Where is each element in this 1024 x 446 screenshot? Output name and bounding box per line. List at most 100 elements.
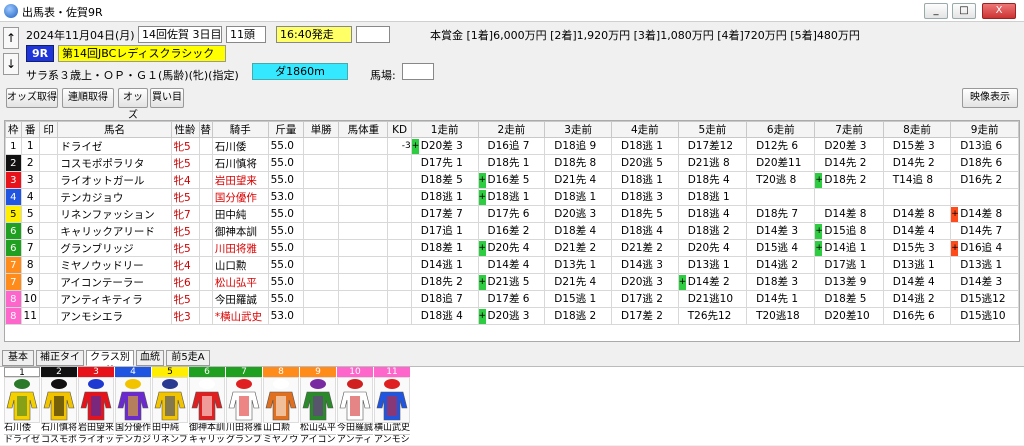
silk-card[interactable]: 11 横山武史アンモシエ [374, 367, 410, 446]
past-race-cell[interactable]: D21逃10 [677, 290, 748, 308]
past-race-cell[interactable]: D18先 7 [746, 205, 816, 223]
past-race-cell[interactable]: D18逃 2 [544, 307, 612, 325]
past-race-cell[interactable]: D20差 3 [814, 137, 884, 155]
past-race-cell[interactable]: D18逃 1 [544, 188, 612, 206]
table-row[interactable]: 4 4 テンカジョウ 牝5 国分優作 53.0 D18逃 1 +D18逃 1 D18逃 1 D18… [5, 188, 1019, 206]
column-header[interactable]: 8走前 [882, 121, 952, 138]
past-race-cell[interactable]: D15逃12 [950, 290, 1019, 308]
past-race-cell[interactable]: D20差11 [746, 154, 816, 172]
column-header[interactable]: 馬体重 [338, 121, 389, 138]
past-race-cell[interactable]: +D16追 4 [950, 239, 1019, 257]
past-race-cell[interactable] [746, 188, 816, 206]
column-header[interactable]: 馬名 [57, 121, 172, 138]
column-header[interactable]: 6走前 [746, 121, 816, 138]
past-race-cell[interactable]: D18先 8 [544, 154, 612, 172]
column-header[interactable]: 替 [198, 121, 213, 138]
close-button[interactable]: X [982, 3, 1016, 19]
silk-card[interactable]: 8 山口勲ミヤノウッ [263, 367, 299, 446]
past-race-cell[interactable]: D20先 4 [677, 239, 748, 257]
renjun-fetch-button[interactable]: 連順取得 [62, 88, 114, 108]
past-race-cell[interactable]: D20逃 3 [544, 205, 612, 223]
tab-basic[interactable]: 基本 [2, 350, 34, 366]
column-header[interactable]: 番 [20, 121, 40, 138]
past-race-cell[interactable]: D18差 3 [746, 273, 816, 291]
past-race-cell[interactable]: D17逃 1 [814, 256, 884, 274]
silk-card[interactable]: 4 国分優作テンカジョウ [115, 367, 151, 446]
past-race-cell[interactable]: D18逃 4 [610, 222, 679, 240]
past-race-cell[interactable]: D13逃 1 [950, 256, 1019, 274]
odds-fetch-button[interactable]: オッズ取得 [6, 88, 58, 108]
past-race-cell[interactable]: +D20差 3 [410, 137, 479, 155]
past-race-cell[interactable]: D14差 4 [477, 256, 546, 274]
column-header[interactable]: 枠 [5, 121, 22, 138]
column-header[interactable]: 性齢 [170, 121, 200, 138]
mark-cell[interactable] [38, 222, 59, 240]
maximize-button[interactable]: □ [952, 3, 976, 19]
past-race-cell[interactable]: D18追 9 [544, 137, 612, 155]
past-race-cell[interactable] [814, 188, 884, 206]
mark-cell[interactable] [38, 239, 59, 257]
past-race-cell[interactable]: D18逃 1 [610, 137, 679, 155]
past-race-cell[interactable]: D21差 2 [544, 239, 612, 257]
table-row[interactable]: 6 6 キャリックアリード 牝5 御神本訓 55.0 D17追 1 D16差 2 D18差 4 D… [5, 222, 1019, 240]
past-race-cell[interactable]: D16差 2 [477, 222, 546, 240]
past-race-cell[interactable]: D21先 4 [544, 171, 612, 189]
past-race-cell[interactable]: D18先 4 [677, 171, 748, 189]
past-race-cell[interactable] [950, 188, 1019, 206]
past-race-cell[interactable]: T20逃 8 [746, 171, 816, 189]
past-race-cell[interactable]: D16追 7 [477, 137, 546, 155]
past-race-cell[interactable]: D16先 2 [950, 171, 1019, 189]
past-race-cell[interactable]: D15逃 4 [746, 239, 816, 257]
past-race-cell[interactable]: D14差 8 [882, 205, 952, 223]
past-race-cell[interactable]: D14逃 1 [410, 256, 479, 274]
past-race-cell[interactable]: D14差 3 [746, 222, 816, 240]
past-race-cell[interactable]: D18差 5 [814, 290, 884, 308]
past-race-cell[interactable]: +D21逃 5 [477, 273, 546, 291]
past-race-cell[interactable]: D14差 4 [882, 222, 952, 240]
past-race-cell[interactable]: D18逃 3 [610, 188, 679, 206]
prev-race-arrow-icon[interactable]: ↑ [3, 27, 19, 49]
table-row[interactable]: 8 11 アンモシエラ 牝3 *横山武史 53.0 D18逃 4 +D20逃 3 D18逃 2 D… [5, 307, 1019, 325]
mark-cell[interactable] [38, 188, 59, 206]
past-race-cell[interactable]: D17先 6 [477, 205, 546, 223]
past-race-cell[interactable]: D18先 2 [410, 273, 479, 291]
past-race-cell[interactable]: D21先 4 [544, 273, 612, 291]
column-header[interactable]: 単勝 [303, 121, 340, 138]
past-race-cell[interactable]: D18差 1 [410, 239, 479, 257]
column-header[interactable]: KD [387, 121, 412, 138]
baba-field[interactable] [402, 63, 434, 80]
past-race-cell[interactable]: D18先 1 [477, 154, 546, 172]
past-race-cell[interactable]: +D14差 2 [677, 273, 748, 291]
past-race-cell[interactable]: D14差 3 [950, 273, 1019, 291]
past-race-cell[interactable]: D14先 1 [746, 290, 816, 308]
past-race-cell[interactable]: D18先 5 [610, 205, 679, 223]
tab-past5-a[interactable]: 前5走A [166, 350, 210, 366]
mark-cell[interactable] [38, 154, 59, 172]
past-race-cell[interactable]: T14追 8 [882, 171, 952, 189]
table-row[interactable]: 1 1 ドライゼ 牝5 石川倭 55.0 -3 +D20差 3 D16追 7 D18追 9 D18逃… [5, 137, 1019, 155]
table-row[interactable]: 7 8 ミヤノウッドリー 牝4 山口勲 55.0 D14逃 1 D14差 4 D13先 1 D14… [5, 256, 1019, 274]
silk-card[interactable]: 2 石川慎将コスモポポラ [41, 367, 77, 446]
silk-card[interactable]: 6 御神本訓キャリック [189, 367, 225, 446]
tab-corrected-time[interactable]: 補正タイム [36, 350, 84, 377]
past-race-cell[interactable]: D12先 6 [746, 137, 816, 155]
silk-card[interactable]: 9 松山弘平アイコンテ [300, 367, 336, 446]
silk-card[interactable]: 10 今田羅誠アンティキ [337, 367, 373, 446]
past-race-cell[interactable]: D14逃 3 [610, 256, 679, 274]
past-race-cell[interactable]: D18差 4 [544, 222, 612, 240]
past-race-cell[interactable]: D17差12 [677, 137, 748, 155]
table-row[interactable]: 2 2 コスモポポラリタ 牝5 石川慎将 55.0 D17先 1 D18先 1 D18先 8 D2… [5, 154, 1019, 172]
past-race-cell[interactable]: D14逃 2 [882, 290, 952, 308]
silk-card[interactable]: 1 石川倭 ドライゼ [4, 367, 40, 446]
minimize-button[interactable]: _ [924, 3, 948, 19]
past-race-cell[interactable]: D13逃 1 [882, 256, 952, 274]
column-header[interactable]: 騎手 [211, 121, 269, 138]
past-race-cell[interactable]: D18逃 1 [677, 188, 748, 206]
past-race-cell[interactable]: D18差 5 [410, 171, 479, 189]
column-header[interactable]: 4走前 [610, 121, 679, 138]
past-race-cell[interactable]: D14先 2 [814, 154, 884, 172]
past-race-cell[interactable]: D14逃 2 [746, 256, 816, 274]
past-race-cell[interactable]: D20差10 [814, 307, 884, 325]
past-race-cell[interactable]: D17逃 2 [610, 290, 679, 308]
past-race-cell[interactable]: +D14追 1 [814, 239, 884, 257]
